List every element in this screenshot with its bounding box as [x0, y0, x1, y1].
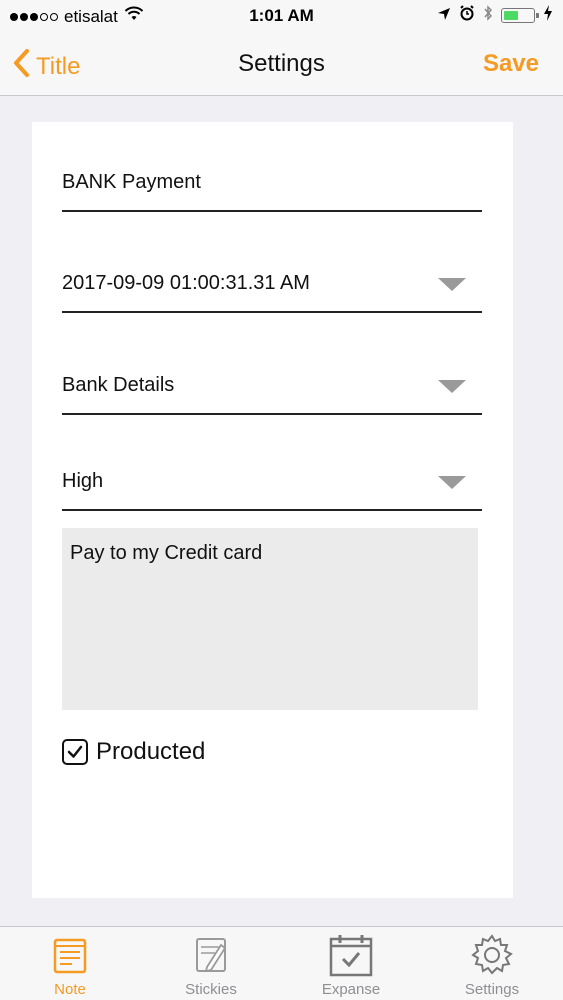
form-card: BANK Payment 2017-09-09 01:00:31.31 AM B…	[32, 122, 513, 898]
tab-label: Settings	[464, 981, 520, 998]
location-arrow-icon	[437, 6, 451, 26]
calendar-icon	[328, 933, 374, 977]
tab-stickies[interactable]: Stickies	[161, 933, 261, 998]
notes-textarea[interactable]: Pay to my Credit card	[62, 528, 478, 710]
alarm-icon	[459, 5, 475, 26]
tab-settings[interactable]: Settings	[442, 933, 542, 998]
checkmark-icon	[67, 745, 83, 758]
category-field-value: Bank Details	[62, 374, 175, 396]
title-field[interactable]: BANK Payment	[62, 160, 482, 212]
battery-icon	[501, 8, 539, 23]
charging-icon	[543, 5, 553, 26]
note-icon	[52, 933, 88, 977]
tab-bar: Note Stickies Expanse Settings	[0, 926, 563, 1000]
status-right	[437, 5, 553, 26]
priority-dropdown[interactable]: High	[62, 459, 482, 511]
page-title: Settings	[238, 50, 325, 77]
tab-expanse[interactable]: Expanse	[301, 933, 401, 998]
screen: etisalat 1:01 AM Title Settings Save BAN…	[0, 0, 563, 1000]
tab-label: Expanse	[321, 981, 381, 998]
notes-value: Pay to my Credit card	[70, 542, 263, 564]
dropdown-arrow-icon	[438, 380, 466, 393]
category-dropdown[interactable]: Bank Details	[62, 363, 482, 415]
priority-field-value: High	[62, 470, 104, 492]
date-field-value: 2017-09-09 01:00:31.31 AM	[62, 272, 310, 294]
producted-checkbox[interactable]	[62, 739, 88, 765]
producted-checkbox-row[interactable]: Producted	[62, 738, 205, 766]
gear-icon	[470, 933, 514, 977]
save-button[interactable]: Save	[483, 50, 539, 78]
title-field-value: BANK Payment	[62, 171, 201, 193]
bluetooth-icon	[483, 5, 493, 26]
tab-note[interactable]: Note	[20, 933, 120, 998]
tab-label: Note	[54, 981, 86, 998]
date-picker-field[interactable]: 2017-09-09 01:00:31.31 AM	[62, 261, 482, 313]
stickies-icon	[193, 933, 229, 977]
status-bar: etisalat 1:01 AM	[0, 0, 563, 32]
navigation-bar: Title Settings Save	[0, 32, 563, 96]
dropdown-arrow-icon	[438, 278, 466, 291]
tab-label: Stickies	[185, 981, 237, 998]
dropdown-arrow-icon	[438, 476, 466, 489]
producted-label: Producted	[96, 738, 206, 765]
